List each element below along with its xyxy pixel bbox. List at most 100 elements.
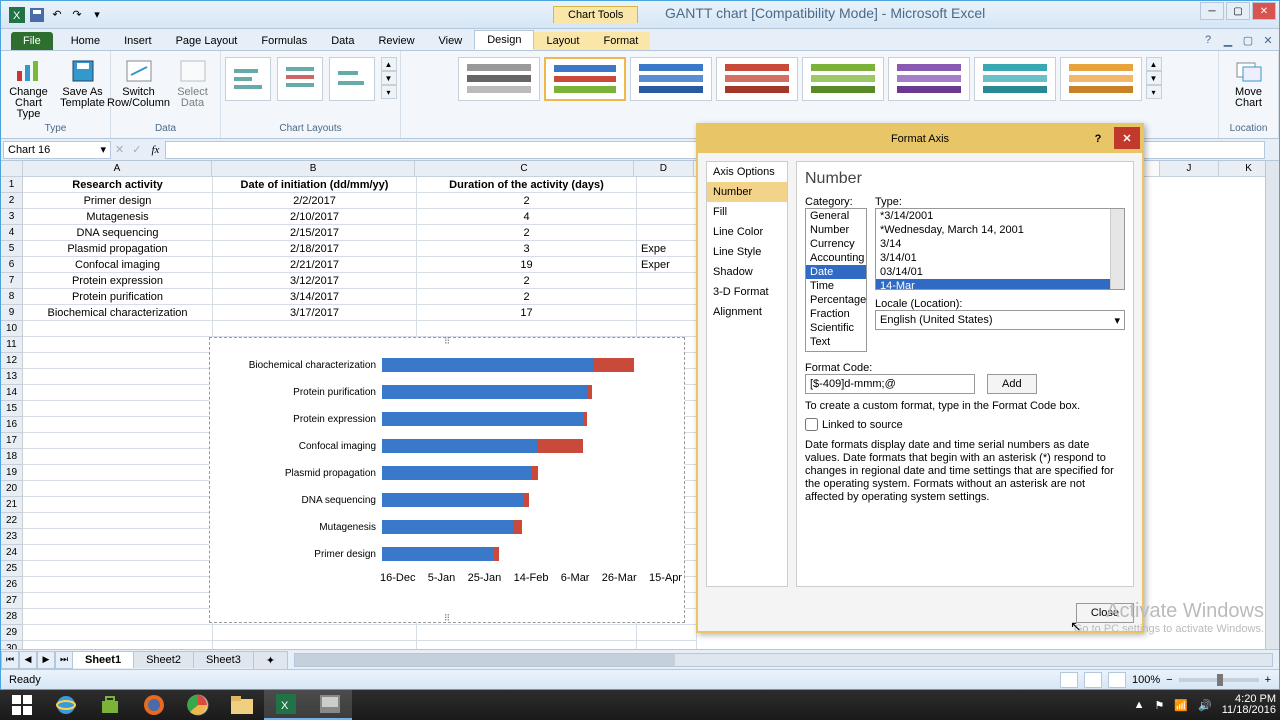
zoom-level[interactable]: 100% xyxy=(1132,674,1160,686)
tab-format[interactable]: Format xyxy=(591,32,650,50)
enter-formula-icon[interactable]: ✓ xyxy=(132,143,141,156)
row-header-8[interactable]: 8 xyxy=(1,289,23,305)
row-header-23[interactable]: 23 xyxy=(1,529,23,545)
cell-A22[interactable] xyxy=(23,513,213,529)
chart-style-3[interactable] xyxy=(630,57,712,101)
cell-A3[interactable]: Mutagenesis xyxy=(23,209,213,225)
cell-A15[interactable] xyxy=(23,401,213,417)
tray-up-icon[interactable]: ▲ xyxy=(1134,699,1145,711)
cell-A24[interactable] xyxy=(23,545,213,561)
cell-A7[interactable]: Protein expression xyxy=(23,273,213,289)
tab-layout[interactable]: Layout xyxy=(534,32,591,50)
chart-style-6[interactable] xyxy=(888,57,970,101)
tab-nav-first[interactable]: ⏮ xyxy=(1,651,19,669)
chart-style-7[interactable] xyxy=(974,57,1056,101)
format-code-input[interactable]: [$-409]d-mmm;@ xyxy=(805,374,975,394)
cell-B30[interactable] xyxy=(213,641,417,649)
type-listbox[interactable]: *3/14/2001*Wednesday, March 14, 20013/14… xyxy=(875,208,1125,290)
category-option[interactable]: Date xyxy=(806,265,866,279)
chart-bar-series2[interactable] xyxy=(587,385,592,399)
row-header-19[interactable]: 19 xyxy=(1,465,23,481)
cell-A27[interactable] xyxy=(23,593,213,609)
row-header-11[interactable]: 11 xyxy=(1,337,23,353)
switch-row-column-button[interactable]: Switch Row/Column xyxy=(115,57,163,109)
chart-bar-series1[interactable] xyxy=(382,547,494,561)
chart-bar-series1[interactable] xyxy=(382,439,538,453)
style-more[interactable]: ▾ xyxy=(1146,85,1162,99)
layout-scroll-down[interactable]: ▼ xyxy=(381,71,397,85)
cell-D10[interactable] xyxy=(637,321,697,337)
cell-D9[interactable] xyxy=(637,305,697,321)
chart-style-1[interactable] xyxy=(458,57,540,101)
cell-C1[interactable]: Duration of the activity (days) xyxy=(417,177,637,193)
category-option[interactable]: Special xyxy=(806,349,866,352)
undo-icon[interactable]: ↶ xyxy=(49,7,65,23)
cell-B29[interactable] xyxy=(213,625,417,641)
column-header-A[interactable]: A xyxy=(23,161,212,177)
cell-C8[interactable]: 2 xyxy=(417,289,637,305)
chart-bar-series2[interactable] xyxy=(538,439,582,453)
column-header-D[interactable]: D xyxy=(634,161,694,177)
cell-D5[interactable]: Expe xyxy=(637,241,697,257)
category-listbox[interactable]: GeneralNumberCurrencyAccountingDateTimeP… xyxy=(805,208,867,352)
tray-volume-icon[interactable]: 🔊 xyxy=(1198,699,1212,712)
cell-A9[interactable]: Biochemical characterization xyxy=(23,305,213,321)
cancel-formula-icon[interactable]: ✕ xyxy=(115,143,124,156)
sheet-tab-1[interactable]: Sheet1 xyxy=(72,651,134,668)
move-chart-button[interactable]: Move Chart xyxy=(1225,57,1273,109)
row-header-26[interactable]: 26 xyxy=(1,577,23,593)
row-header-6[interactable]: 6 xyxy=(1,257,23,273)
doc-restore-icon[interactable]: ▢ xyxy=(1240,32,1256,48)
tab-formulas[interactable]: Formulas xyxy=(249,32,319,50)
cell-A12[interactable] xyxy=(23,353,213,369)
cell-A17[interactable] xyxy=(23,433,213,449)
taskbar-excel-icon[interactable]: X xyxy=(264,690,308,720)
cell-A21[interactable] xyxy=(23,497,213,513)
cell-A6[interactable]: Confocal imaging xyxy=(23,257,213,273)
taskbar-chrome-icon[interactable] xyxy=(176,690,220,720)
cell-A25[interactable] xyxy=(23,561,213,577)
chart-bar-series1[interactable] xyxy=(382,358,594,372)
tray-network-icon[interactable]: 📶 xyxy=(1174,699,1188,712)
taskbar-store-icon[interactable] xyxy=(88,690,132,720)
cell-A4[interactable]: DNA sequencing xyxy=(23,225,213,241)
chart-bar-series1[interactable] xyxy=(382,493,524,507)
row-header-22[interactable]: 22 xyxy=(1,513,23,529)
row-header-9[interactable]: 9 xyxy=(1,305,23,321)
cell-A28[interactable] xyxy=(23,609,213,625)
dialog-help-button[interactable]: ? xyxy=(1086,133,1110,145)
locale-dropdown[interactable]: English (United States)▾ xyxy=(875,310,1125,330)
cell-D2[interactable] xyxy=(637,193,697,209)
ribbon-minimize-icon[interactable]: ▁ xyxy=(1220,32,1236,48)
tab-nav-last[interactable]: ⏭ xyxy=(55,651,73,669)
column-header-J[interactable]: J xyxy=(1160,161,1220,177)
window-maximize-button[interactable]: ▢ xyxy=(1226,2,1250,20)
cell-A2[interactable]: Primer design xyxy=(23,193,213,209)
cell-A18[interactable] xyxy=(23,449,213,465)
cell-D8[interactable] xyxy=(637,289,697,305)
category-option[interactable]: Currency xyxy=(806,237,866,251)
category-option[interactable]: Scientific xyxy=(806,321,866,335)
chart-bar-series2[interactable] xyxy=(583,412,588,426)
type-option[interactable]: 3/14 xyxy=(876,237,1124,251)
cell-C6[interactable]: 19 xyxy=(417,257,637,273)
name-box[interactable]: Chart 16▾ xyxy=(3,141,111,159)
tab-file[interactable]: File xyxy=(11,32,53,50)
fx-icon[interactable]: fx xyxy=(151,144,159,156)
sheet-tab-3[interactable]: Sheet3 xyxy=(193,651,254,668)
linked-to-source-checkbox[interactable]: Linked to source xyxy=(805,418,1125,431)
cell-A19[interactable] xyxy=(23,465,213,481)
start-button[interactable] xyxy=(0,690,44,720)
cell-B8[interactable]: 3/14/2017 xyxy=(213,289,417,305)
cell-A10[interactable] xyxy=(23,321,213,337)
row-header-15[interactable]: 15 xyxy=(1,401,23,417)
row-header-27[interactable]: 27 xyxy=(1,593,23,609)
dialog-nav-fill[interactable]: Fill xyxy=(707,202,787,222)
cell-C4[interactable]: 2 xyxy=(417,225,637,241)
cell-A20[interactable] xyxy=(23,481,213,497)
row-header-12[interactable]: 12 xyxy=(1,353,23,369)
chart-bar-series2[interactable] xyxy=(494,547,499,561)
chart-layout-1[interactable] xyxy=(225,57,271,101)
cell-B5[interactable]: 2/18/2017 xyxy=(213,241,417,257)
row-header-16[interactable]: 16 xyxy=(1,417,23,433)
